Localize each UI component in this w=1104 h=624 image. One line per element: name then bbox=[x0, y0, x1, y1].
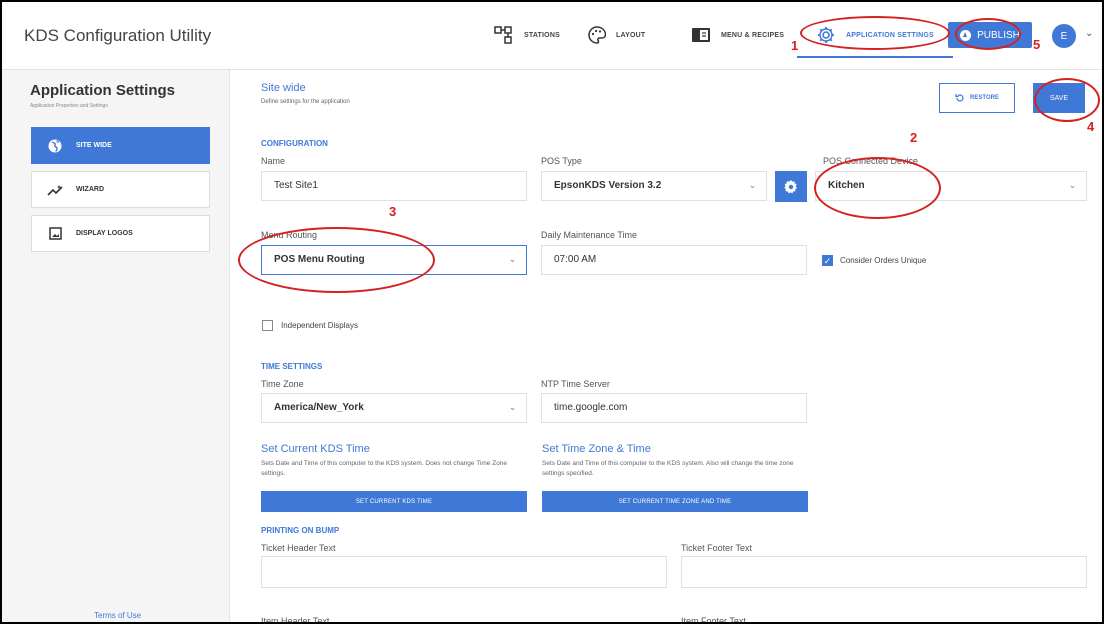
set-current-time-zone-button[interactable]: SET CURRENT TIME ZONE AND TIME bbox=[542, 491, 808, 512]
terms-of-use-link[interactable]: Terms of Use bbox=[94, 611, 141, 620]
annotation-oval-2 bbox=[814, 157, 941, 219]
annotation-oval-5 bbox=[955, 18, 1021, 50]
chevron-down-icon: ⌄ bbox=[1069, 181, 1076, 190]
annotation-number-5: 5 bbox=[1033, 37, 1041, 52]
time-zone-label: Time Zone bbox=[261, 379, 304, 389]
independent-displays-checkbox[interactable] bbox=[262, 320, 273, 331]
chevron-down-icon: ⌄ bbox=[509, 403, 516, 412]
app-title: KDS Configuration Utility bbox=[24, 26, 212, 45]
sidebar-subtitle: Application Properties and Settings bbox=[30, 103, 108, 109]
ntp-server-field[interactable]: time.google.com bbox=[541, 393, 807, 423]
sidebar-item-label: DISPLAY LOGOS bbox=[76, 230, 133, 237]
pos-type-select[interactable]: EpsonKDS Version 3.2 ⌄ bbox=[541, 171, 767, 201]
annotation-oval-1 bbox=[800, 16, 950, 50]
printing-heading: PRINTING ON BUMP bbox=[261, 526, 340, 535]
tab-menu-recipes-label: MENU & RECIPES bbox=[721, 31, 785, 39]
consider-orders-unique-checkbox[interactable]: ✓ bbox=[822, 255, 833, 266]
annotation-oval-3 bbox=[238, 227, 435, 293]
restore-button[interactable]: RESTORE bbox=[939, 83, 1015, 113]
sidebar-item-display-logos[interactable]: DISPLAY LOGOS bbox=[31, 215, 210, 252]
name-field[interactable]: Test Site1 bbox=[261, 171, 527, 201]
ticket-header-label: Ticket Header Text bbox=[261, 543, 336, 553]
tab-layout-label: LAYOUT bbox=[616, 31, 646, 39]
configuration-heading: CONFIGURATION bbox=[261, 139, 328, 148]
time-zone-value: America/New_York bbox=[274, 402, 364, 413]
section-description: Define settings for the application bbox=[261, 99, 350, 105]
annotation-number-3: 3 bbox=[389, 204, 397, 219]
item-header-label: Item Header Text bbox=[261, 616, 330, 624]
item-footer-label: Item Footer Text bbox=[681, 616, 746, 624]
palette-icon bbox=[588, 26, 606, 44]
sidebar-item-site-wide[interactable]: SITE WIDE bbox=[31, 127, 210, 164]
restore-label: RESTORE bbox=[970, 95, 999, 101]
chevron-down-icon: ⌄ bbox=[749, 181, 756, 190]
daily-maintenance-field[interactable]: 07:00 AM bbox=[541, 245, 807, 275]
pos-type-label: POS Type bbox=[541, 156, 582, 166]
annotation-number-1: 1 bbox=[791, 38, 799, 53]
restore-icon bbox=[955, 94, 964, 102]
sidebar-title: Application Settings bbox=[30, 82, 176, 99]
time-zone-select[interactable]: America/New_York ⌄ bbox=[261, 393, 527, 423]
globe-icon bbox=[47, 139, 63, 153]
stations-icon bbox=[494, 26, 512, 44]
chevron-down-icon: ⌄ bbox=[509, 255, 516, 264]
app-window: KDS Configuration Utility STATIONS LAYOU… bbox=[0, 0, 1104, 624]
ticket-header-field[interactable] bbox=[261, 556, 667, 588]
wand-icon bbox=[47, 184, 63, 196]
ticket-footer-label: Ticket Footer Text bbox=[681, 543, 753, 553]
tab-layout[interactable]: LAYOUT bbox=[588, 2, 645, 68]
annotation-number-2: 2 bbox=[910, 130, 918, 145]
book-icon bbox=[692, 28, 710, 42]
time-settings-heading: TIME SETTINGS bbox=[261, 362, 323, 371]
tab-menu-recipes[interactable]: MENU & RECIPES bbox=[691, 2, 784, 68]
pos-type-value: EpsonKDS Version 3.2 bbox=[554, 180, 662, 191]
section-title: Site wide bbox=[261, 82, 306, 94]
image-icon bbox=[47, 227, 63, 240]
set-time-zone-title: Set Time Zone & Time bbox=[542, 443, 651, 455]
ntp-server-label: NTP Time Server bbox=[541, 379, 610, 389]
annotation-oval-4 bbox=[1034, 78, 1100, 122]
consider-orders-unique-label: Consider Orders Unique bbox=[840, 256, 927, 265]
ticket-footer-field[interactable] bbox=[681, 556, 1087, 588]
sidebar-item-label: WIZARD bbox=[76, 186, 104, 193]
avatar[interactable]: E bbox=[1052, 24, 1076, 48]
set-kds-time-title: Set Current KDS Time bbox=[261, 443, 370, 455]
tab-stations-label: STATIONS bbox=[524, 31, 560, 39]
pos-type-settings-button[interactable] bbox=[775, 171, 807, 202]
set-kds-time-description: Sets Date and Time of this computer to t… bbox=[261, 460, 508, 477]
annotation-number-4: 4 bbox=[1087, 119, 1095, 134]
chevron-down-icon[interactable]: ⌄ bbox=[1085, 28, 1093, 39]
sidebar-item-wizard[interactable]: WIZARD bbox=[31, 171, 210, 208]
set-time-zone-description: Sets Date and Time of this computer to t… bbox=[542, 460, 794, 477]
main-content: Site wide Define settings for the applic… bbox=[230, 70, 1102, 624]
active-tab-indicator bbox=[797, 56, 953, 58]
gear-icon bbox=[784, 179, 797, 193]
set-current-kds-time-button[interactable]: SET CURRENT KDS TIME bbox=[261, 491, 527, 512]
name-label: Name bbox=[261, 156, 286, 166]
independent-displays-label: Independent Displays bbox=[281, 321, 358, 330]
daily-maintenance-label: Daily Maintenance Time bbox=[541, 230, 638, 240]
sidebar-item-label: SITE WIDE bbox=[76, 142, 112, 149]
sidebar: Application Settings Application Propert… bbox=[2, 70, 230, 622]
tab-stations[interactable]: STATIONS bbox=[494, 2, 560, 68]
